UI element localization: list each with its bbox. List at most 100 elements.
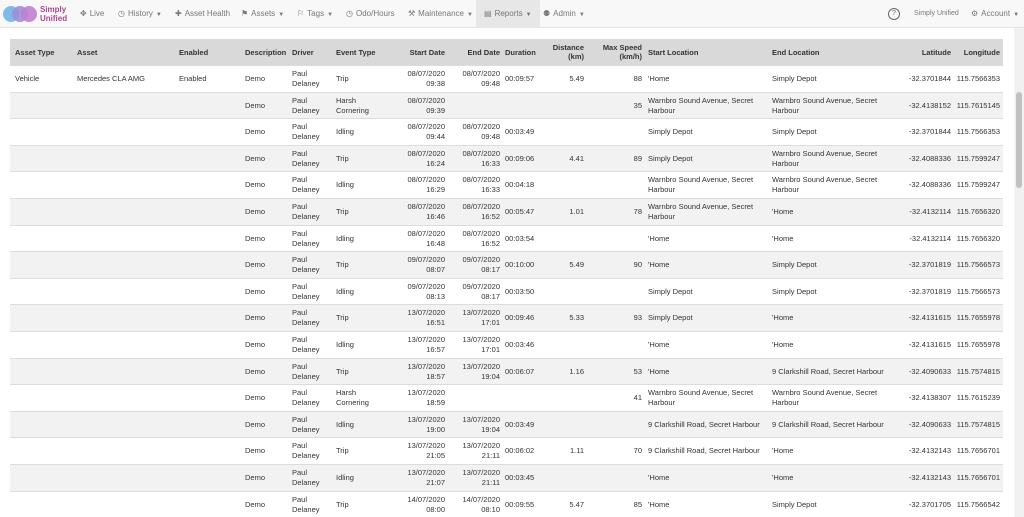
header-enabled[interactable]: Enabled <box>179 48 208 57</box>
header-latitude[interactable]: Latitude <box>894 48 951 57</box>
cell-duration: 00:03:49 <box>505 127 535 137</box>
table-row[interactable]: Demo Paul Delaney Trip 09/07/2020 08:07 09/0… <box>10 251 1003 278</box>
cell-end-date: 13/07/2020 17:01 <box>462 308 500 328</box>
table-row[interactable]: Demo Paul Delaney Trip 13/07/2020 21:05 13/0… <box>10 437 1003 464</box>
header-driver[interactable]: Driver <box>292 48 314 57</box>
caret-down-icon: ▼ <box>525 12 532 18</box>
nav-reports[interactable]: ▤ Reports ▼ <box>476 0 540 28</box>
caret-down-icon: ▼ <box>278 12 285 18</box>
table-row[interactable]: Demo Paul Delaney Trip 08/07/2020 16:46 08/0… <box>10 197 1003 225</box>
cell-driver: Paul Delaney <box>292 69 320 88</box>
nav-reports-label: Reports <box>494 9 523 18</box>
nav-history[interactable]: ◷ History ▼ <box>118 0 162 28</box>
cell-end-date: 08/07/2020 16:52 <box>462 201 500 221</box>
cell-start-location: 'Home <box>648 472 670 482</box>
header-longitude[interactable]: Longitude <box>954 48 1000 57</box>
table-row[interactable]: Demo Paul Delaney Trip 13/07/2020 16:51 13/0… <box>10 304 1003 331</box>
cell-start-location: Simply Depot <box>648 153 693 163</box>
help-icon[interactable]: ? <box>888 8 900 20</box>
header-end-location[interactable]: End Location <box>772 48 820 57</box>
cell-longitude: 115.7599247 <box>956 180 1000 190</box>
header-start-location[interactable]: Start Location <box>648 48 698 57</box>
nav-account[interactable]: ⚙ Account ▼ <box>971 0 1019 28</box>
nav-history-label: History <box>127 9 153 18</box>
cell-event-type: Idling <box>336 419 354 429</box>
nav-assets[interactable]: ⚑ Assets ▼ <box>241 0 284 28</box>
cell-start-date: 08/07/2020 16:46 <box>407 201 445 221</box>
header-distance[interactable]: Distance (km) <box>540 43 584 61</box>
cell-event-type: Idling <box>336 180 354 190</box>
cell-longitude: 115.7656701 <box>956 446 1000 456</box>
cell-max-speed: 70 <box>633 446 642 456</box>
nav-asset-health[interactable]: ✚ Asset Health <box>175 0 230 28</box>
user-icon: ⚉ <box>543 9 551 18</box>
cell-longitude: 115.7655978 <box>956 339 1000 349</box>
vertical-scrollbar[interactable] <box>1014 28 1024 517</box>
table-row[interactable]: Demo Paul Delaney Harsh Cornering 13/07/202… <box>10 384 1003 411</box>
cell-end-date: 09/07/2020 08:17 <box>462 281 500 301</box>
table-row[interactable]: Demo Paul Delaney Harsh Cornering 08/07/202… <box>10 91 1003 119</box>
nav-live-label: Live <box>89 9 105 18</box>
cell-start-date: 08/07/2020 16:48 <box>407 228 445 248</box>
table-row[interactable]: Demo Paul Delaney Trip 08/07/2020 16:24 08/0… <box>10 144 1003 172</box>
cell-asset: Mercedes CLA AMG <box>77 74 145 83</box>
cell-start-location: Warnbro Sound Avenue, Secret Harbour <box>648 95 754 115</box>
cell-longitude: 115.7655978 <box>956 313 1000 323</box>
cell-end-location: 'Home <box>772 339 794 349</box>
table-row[interactable]: Demo Paul Delaney Idling 08/07/2020 09:44 08… <box>10 118 1003 145</box>
table-row[interactable]: Demo Paul Delaney Idling 13/07/2020 16:57 13… <box>10 330 1003 358</box>
table-row[interactable]: Vehicle Mercedes CLA AMG Enabled Demo Paul D… <box>10 65 1003 92</box>
cell-latitude: -32.3701844 <box>908 127 951 137</box>
cell-start-date: 13/07/2020 21:05 <box>407 441 445 461</box>
cell-start-location: Warnbro Sound Avenue, Secret Harbour <box>648 175 754 195</box>
table-row[interactable]: Demo Paul Delaney Idling 13/07/2020 19:00 13… <box>10 410 1003 438</box>
simply-unified-logo[interactable]: Simply Unified <box>3 4 69 26</box>
header-end-date[interactable]: End Date <box>450 48 500 57</box>
cell-description: Demo <box>245 366 266 376</box>
header-asset-type[interactable]: Asset Type <box>15 48 54 57</box>
cell-description: Demo <box>245 286 266 296</box>
nav-live[interactable]: ✥ Live <box>80 0 104 28</box>
cell-start-date: 08/07/2020 09:44 <box>407 122 445 142</box>
cell-latitude: -32.4088336 <box>908 153 951 163</box>
header-description[interactable]: Description <box>245 48 286 57</box>
caret-down-icon: ▼ <box>327 12 334 18</box>
header-duration[interactable]: Duration <box>505 48 536 57</box>
header-start-date[interactable]: Start Date <box>396 48 445 57</box>
cell-end-date: 13/07/2020 21:11 <box>462 441 500 461</box>
nav-tags[interactable]: ⚐ Tags ▼ <box>297 0 333 28</box>
cell-description: Demo <box>245 153 266 163</box>
cell-end-date: 09/07/2020 08:17 <box>462 255 500 275</box>
nav-admin[interactable]: ⚉ Admin ▼ <box>543 0 585 28</box>
table-row[interactable]: Demo Paul Delaney Trip 14/07/2020 08:00 14/0… <box>10 490 1003 517</box>
cell-end-location: Simply Depot <box>772 127 817 137</box>
cell-distance: 1.11 <box>569 446 584 456</box>
cell-description: Demo <box>245 419 266 429</box>
cell-start-date: 13/07/2020 18:59 <box>407 388 445 408</box>
table-row[interactable]: Demo Paul Delaney Idling 08/07/2020 16:29 08… <box>10 171 1003 198</box>
header-event-type[interactable]: Event Type <box>336 48 375 57</box>
cell-latitude: -32.3701819 <box>908 260 951 270</box>
table-row[interactable]: Demo Paul Delaney Idling 13/07/2020 21:07 13… <box>10 463 1003 491</box>
scrollbar-thumb[interactable] <box>1016 92 1022 188</box>
table-row[interactable]: Demo Paul Delaney Idling 09/07/2020 08:13 09… <box>10 277 1003 305</box>
cell-duration: 00:06:02 <box>505 446 535 456</box>
cell-event-type: Idling <box>336 233 354 243</box>
cell-duration: 00:09:55 <box>505 499 535 509</box>
cell-start-date: 09/07/2020 08:13 <box>407 281 445 301</box>
nav-asset-health-label: Asset Health <box>184 9 231 18</box>
nav-odo-hours[interactable]: ◷ Odo/Hours <box>346 0 395 28</box>
header-max-speed[interactable]: Max Speed (km/h) <box>590 43 642 61</box>
cell-driver: Paul Delaney <box>292 494 320 514</box>
cell-start-location: 'Home <box>648 74 670 83</box>
cell-latitude: -32.4131615 <box>908 313 951 323</box>
nav-maintenance[interactable]: ⚒ Maintenance ▼ <box>408 0 473 28</box>
cell-asset-type: Vehicle <box>15 74 40 83</box>
cell-longitude: 115.7656701 <box>956 472 1000 482</box>
table-row[interactable]: Demo Paul Delaney Trip 13/07/2020 18:57 13/0… <box>10 357 1003 385</box>
cell-max-speed: 93 <box>633 313 642 323</box>
table-row[interactable]: Demo Paul Delaney Idling 08/07/2020 16:48 08… <box>10 224 1003 252</box>
cell-start-date: 08/07/2020 16:29 <box>407 175 445 195</box>
cell-event-type: Trip <box>336 499 349 509</box>
header-asset[interactable]: Asset <box>77 48 97 57</box>
